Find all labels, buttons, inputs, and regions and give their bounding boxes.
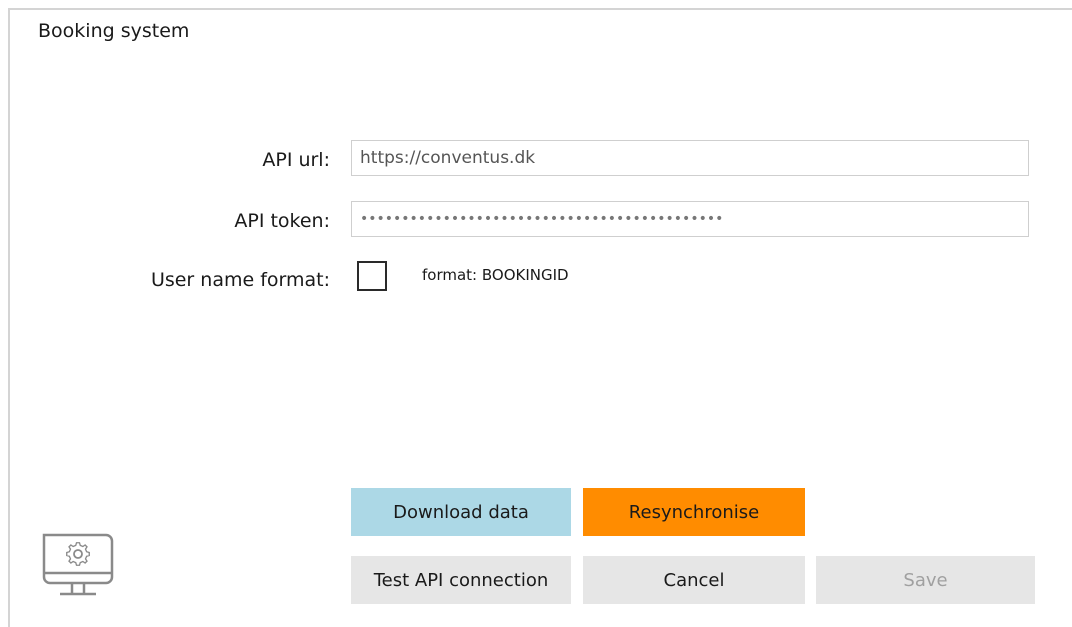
api-token-label: API token: — [234, 210, 330, 232]
api-url-input[interactable] — [351, 140, 1029, 176]
cancel-button[interactable]: Cancel — [583, 556, 805, 604]
api-url-label: API url: — [262, 149, 330, 171]
monitor-settings-icon — [42, 533, 114, 596]
save-button: Save — [816, 556, 1035, 604]
download-data-button[interactable]: Download data — [351, 488, 571, 536]
api-token-input[interactable] — [351, 201, 1029, 237]
user-name-format-label: User name format: — [150, 269, 330, 291]
resynchronise-button[interactable]: Resynchronise — [583, 488, 805, 536]
format-hint: format: BOOKINGID — [422, 266, 569, 284]
booking-system-panel: Booking system API url: API token: User … — [8, 8, 1072, 627]
test-api-connection-button[interactable]: Test API connection — [351, 556, 571, 604]
panel-title: Booking system — [38, 20, 190, 42]
user-name-format-checkbox[interactable] — [357, 261, 387, 291]
